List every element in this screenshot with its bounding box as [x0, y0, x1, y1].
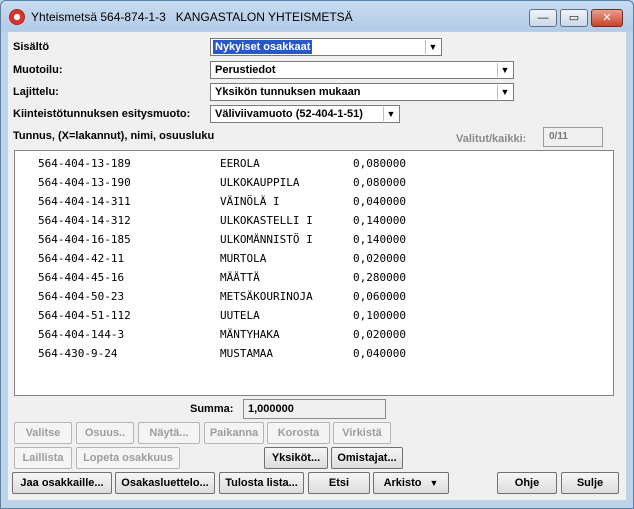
muotoilu-label: Muotoilu:	[13, 64, 63, 76]
chevron-down-icon[interactable]: ▼	[497, 63, 512, 77]
row-osuus: 0,020000	[353, 328, 406, 341]
row-osuus: 0,040000	[353, 195, 406, 208]
row-osuus: 0,040000	[353, 347, 406, 360]
list-item[interactable]: 564-404-13-190 ULKOKAUPPILA 0,080000	[15, 174, 613, 193]
paikanna-button[interactable]: Paikanna	[204, 422, 264, 444]
list-item[interactable]: 564-430-9-24 MUSTAMAA 0,040000	[15, 345, 613, 364]
row-tunnus: 564-404-50-23	[38, 290, 125, 303]
list-header: Tunnus, (X=lakannut), nimi, osuusluku	[13, 130, 215, 142]
osuus-button[interactable]: Osuus..	[76, 422, 134, 444]
row-osuus: 0,020000	[353, 252, 406, 265]
selected-count-label: Valitut/kaikki:	[456, 133, 527, 145]
shareholder-list[interactable]: 564-404-13-189 EEROLA 0,080000 564-404-13-…	[14, 150, 614, 396]
title-bar[interactable]: Yhteismetsä 564-874-1-3 KANGASTALON YHTE…	[1, 1, 633, 31]
osakasluettelo-button[interactable]: Osakasluettelo...	[115, 472, 215, 494]
row-tunnus: 564-404-13-189	[38, 157, 131, 170]
row-nimi: METSÄKOURINOJA	[220, 290, 313, 303]
app-window: Yhteismetsä 564-874-1-3 KANGASTALON YHTE…	[0, 0, 634, 509]
summa-label: Summa:	[190, 403, 234, 415]
selected-count-field: 0/11	[543, 127, 603, 147]
row-osuus: 0,280000	[353, 271, 406, 284]
summa-field: 1,000000	[243, 399, 386, 419]
row-tunnus: 564-404-16-185	[38, 233, 131, 246]
dialog-body: Sisältö Nykyiset osakkaat ▼ Muotoilu: Pe…	[8, 32, 626, 500]
row-nimi: ULKOKAUPPILA	[220, 176, 300, 189]
row-tunnus: 564-404-45-16	[38, 271, 125, 284]
lopeta-osakkuus-button[interactable]: Lopeta osakkuus	[76, 447, 180, 469]
valitse-button[interactable]: Valitse	[14, 422, 72, 444]
caret-down-icon: ▼	[429, 478, 439, 488]
list-item[interactable]: 564-404-144-3 MÄNTYHAKA 0,020000	[15, 326, 613, 345]
esitysmuoto-dropdown[interactable]: Väliviivamuoto (52-404-1-51) ▼	[210, 105, 400, 123]
list-item[interactable]: 564-404-45-16 MÄÄTTÄ 0,280000	[15, 269, 613, 288]
row-nimi: ULKOMÄNNISTÖ I	[220, 233, 313, 246]
row-osuus: 0,060000	[353, 290, 406, 303]
row-nimi: EEROLA	[220, 157, 260, 170]
arkisto-label: Arkisto	[383, 477, 422, 489]
app-icon	[9, 9, 25, 25]
row-osuus: 0,080000	[353, 176, 406, 189]
row-tunnus: 564-430-9-24	[38, 347, 118, 360]
row-tunnus: 564-404-13-190	[38, 176, 131, 189]
row-nimi: VÄINÖLÄ I	[220, 195, 280, 208]
lajittelu-label: Lajittelu:	[13, 86, 59, 98]
lajittelu-dropdown[interactable]: Yksikön tunnuksen mukaan ▼	[210, 83, 514, 101]
row-nimi: ULKOKASTELLI I	[220, 214, 313, 227]
tulosta-lista-button[interactable]: Tulosta lista...	[219, 472, 304, 494]
row-tunnus: 564-404-14-311	[38, 195, 131, 208]
row-nimi: MURTOLA	[220, 252, 267, 265]
esitysmuoto-label: Kiinteistötunnuksen esitysmuoto:	[13, 108, 191, 120]
row-nimi: MUSTAMAA	[220, 347, 273, 360]
maximize-button[interactable]: ▭	[560, 9, 588, 27]
arkisto-menu-button[interactable]: Arkisto ▼	[373, 472, 449, 494]
sisalto-label: Sisältö	[13, 41, 50, 53]
list-item[interactable]: 564-404-14-311 VÄINÖLÄ I 0,040000	[15, 193, 613, 212]
list-item[interactable]: 564-404-13-189 EEROLA 0,080000	[15, 155, 613, 174]
row-osuus: 0,140000	[353, 233, 406, 246]
muotoilu-value: Perustiedot	[215, 64, 276, 76]
yksikot-button[interactable]: Yksiköt...	[264, 447, 328, 469]
muotoilu-dropdown[interactable]: Perustiedot ▼	[210, 61, 514, 79]
korosta-button[interactable]: Korosta	[267, 422, 330, 444]
ohje-button[interactable]: Ohje	[497, 472, 557, 494]
row-osuus: 0,100000	[353, 309, 406, 322]
chevron-down-icon[interactable]: ▼	[497, 85, 512, 99]
list-item[interactable]: 564-404-50-23 METSÄKOURINOJA 0,060000	[15, 288, 613, 307]
row-tunnus: 564-404-42-11	[38, 252, 125, 265]
virkista-button[interactable]: Virkistä	[333, 422, 391, 444]
laillista-button[interactable]: Laillista	[14, 447, 72, 469]
esitysmuoto-value: Väliviivamuoto (52-404-1-51)	[215, 108, 363, 120]
jaa-osakkaille-button[interactable]: Jaa osakkaille...	[12, 472, 112, 494]
row-nimi: UUTELA	[220, 309, 260, 322]
row-nimi: MÄNTYHAKA	[220, 328, 280, 341]
row-tunnus: 564-404-14-312	[38, 214, 131, 227]
lajittelu-value: Yksikön tunnuksen mukaan	[215, 86, 361, 98]
row-tunnus: 564-404-144-3	[38, 328, 125, 341]
sisalto-dropdown[interactable]: Nykyiset osakkaat ▼	[210, 38, 442, 56]
row-osuus: 0,080000	[353, 157, 406, 170]
row-nimi: MÄÄTTÄ	[220, 271, 260, 284]
close-button[interactable]: ✕	[591, 9, 623, 27]
omistajat-button[interactable]: Omistajat...	[331, 447, 403, 469]
sisalto-value: Nykyiset osakkaat	[213, 40, 313, 54]
sulje-button[interactable]: Sulje	[561, 472, 619, 494]
window-title: Yhteismetsä 564-874-1-3 KANGASTALON YHTE…	[31, 10, 353, 24]
list-item[interactable]: 564-404-42-11 MURTOLA 0,020000	[15, 250, 613, 269]
list-item[interactable]: 564-404-16-185 ULKOMÄNNISTÖ I 0,140000	[15, 231, 613, 250]
list-item[interactable]: 564-404-51-112 UUTELA 0,100000	[15, 307, 613, 326]
row-tunnus: 564-404-51-112	[38, 309, 131, 322]
nayta-button[interactable]: Näytä...	[138, 422, 200, 444]
chevron-down-icon[interactable]: ▼	[383, 107, 398, 121]
list-item[interactable]: 564-404-14-312 ULKOKASTELLI I 0,140000	[15, 212, 613, 231]
etsi-button[interactable]: Etsi	[308, 472, 370, 494]
chevron-down-icon[interactable]: ▼	[425, 40, 440, 54]
row-osuus: 0,140000	[353, 214, 406, 227]
minimize-button[interactable]: —	[529, 9, 557, 27]
